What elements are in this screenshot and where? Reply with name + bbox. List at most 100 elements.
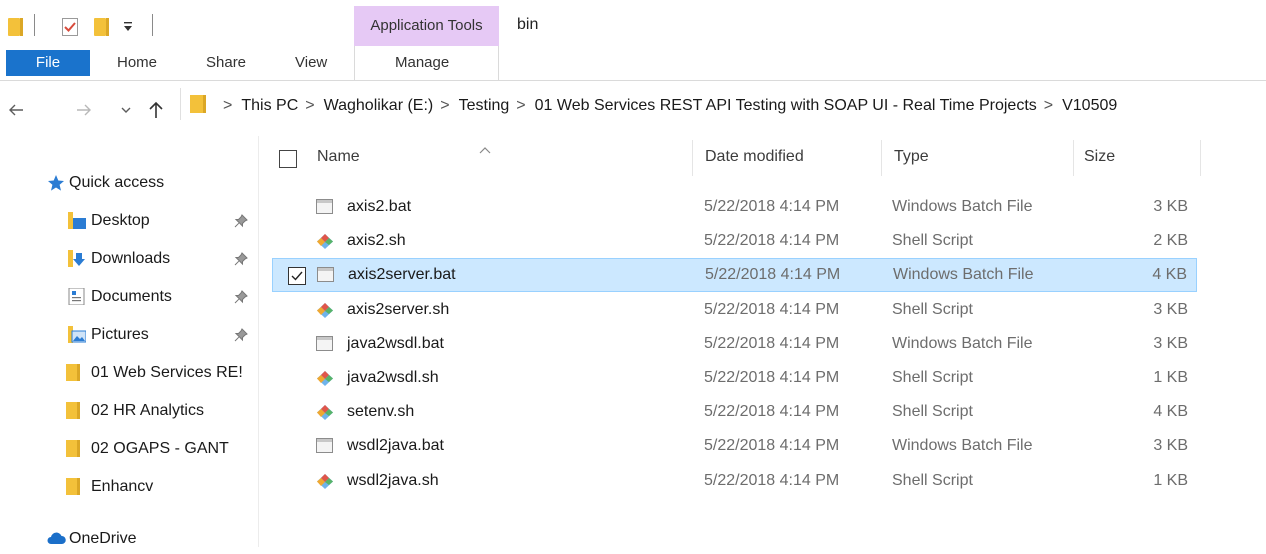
nav-item-desktop[interactable]: Desktop bbox=[0, 206, 258, 236]
file-name: axis2.bat bbox=[347, 198, 412, 215]
file-date: 5/22/2018 4:14 PM bbox=[704, 369, 840, 386]
tab-share[interactable]: Share bbox=[206, 54, 246, 71]
file-type: Windows Batch File bbox=[892, 198, 1033, 215]
nav-item-documents[interactable]: Documents bbox=[0, 282, 258, 312]
file-size: 3 KB bbox=[1153, 198, 1188, 215]
chevron-right-icon[interactable]: > bbox=[1044, 97, 1053, 114]
table-row[interactable]: setenv.sh 5/22/2018 4:14 PM Shell Script… bbox=[272, 396, 1197, 430]
table-row[interactable]: wsdl2java.bat 5/22/2018 4:14 PM Windows … bbox=[272, 430, 1197, 464]
column-divider[interactable] bbox=[1200, 140, 1201, 176]
column-divider[interactable] bbox=[881, 140, 882, 176]
nav-label: Documents bbox=[91, 288, 172, 305]
forward-arrow-icon[interactable] bbox=[74, 100, 94, 120]
nav-item-folder[interactable]: 02 OGAPS - GANT bbox=[0, 434, 258, 464]
row-checkbox[interactable] bbox=[288, 267, 306, 285]
chevron-right-icon[interactable]: > bbox=[516, 97, 525, 114]
nav-item-folder[interactable]: Enhancv bbox=[0, 472, 258, 502]
nav-item-folder[interactable]: 02 HR Analytics bbox=[0, 396, 258, 426]
column-header-date[interactable]: Date modified bbox=[705, 148, 804, 166]
recent-locations-chevron-down-icon[interactable] bbox=[116, 100, 136, 120]
nav-label: 01 Web Services RE! bbox=[91, 364, 243, 381]
file-name: java2wsdl.sh bbox=[347, 369, 439, 386]
chevron-right-icon[interactable]: > bbox=[305, 97, 314, 114]
nav-label: 02 HR Analytics bbox=[91, 402, 204, 419]
breadcrumb-item[interactable]: This PC bbox=[241, 97, 298, 114]
batch-file-icon bbox=[316, 336, 334, 353]
file-name: axis2server.sh bbox=[347, 301, 450, 318]
breadcrumb[interactable]: > This PC > Wagholikar (E:) > Testing >01 Web … bbox=[216, 97, 1117, 115]
chevron-right-icon[interactable]: > bbox=[440, 97, 449, 114]
pin-icon[interactable] bbox=[234, 252, 248, 266]
table-row[interactable]: axis2.bat 5/22/2018 4:14 PM Windows Batc… bbox=[272, 191, 1197, 225]
folder-icon[interactable] bbox=[8, 18, 23, 36]
tab-view[interactable]: View bbox=[295, 54, 327, 71]
file-size: 4 KB bbox=[1152, 266, 1187, 283]
breadcrumb-item[interactable]: 01 Web Services REST API Testing with SO… bbox=[535, 97, 1037, 114]
pin-icon[interactable] bbox=[234, 290, 248, 304]
tab-home[interactable]: Home bbox=[117, 54, 157, 71]
address-bar-divider bbox=[180, 88, 181, 120]
properties-icon[interactable] bbox=[62, 18, 78, 36]
up-arrow-icon[interactable] bbox=[146, 100, 166, 120]
column-header-name[interactable]: Name bbox=[317, 148, 360, 166]
select-all-checkbox[interactable] bbox=[279, 150, 297, 168]
file-size: 1 KB bbox=[1153, 472, 1188, 489]
cloud-icon bbox=[46, 532, 66, 550]
nav-item-folder[interactable]: 01 Web Services RE! bbox=[0, 358, 258, 388]
file-date: 5/22/2018 4:14 PM bbox=[704, 472, 840, 489]
file-type: Shell Script bbox=[892, 403, 973, 420]
file-date: 5/22/2018 4:14 PM bbox=[704, 403, 840, 420]
pin-icon[interactable] bbox=[234, 328, 248, 342]
context-tab-label: Application Tools bbox=[370, 17, 483, 34]
shell-script-icon bbox=[316, 370, 334, 387]
documents-folder-icon bbox=[68, 287, 86, 310]
toolbar-separator bbox=[34, 14, 35, 36]
shell-script-icon bbox=[316, 404, 334, 421]
file-name: java2wsdl.bat bbox=[347, 335, 444, 352]
folder-icon bbox=[66, 478, 80, 495]
file-name: axis2.sh bbox=[347, 232, 406, 249]
table-row[interactable]: axis2.sh 5/22/2018 4:14 PM Shell Script … bbox=[272, 225, 1197, 259]
table-row[interactable]: java2wsdl.bat 5/22/2018 4:14 PM Windows … bbox=[272, 328, 1197, 362]
table-row-selected[interactable]: axis2server.bat 5/22/2018 4:14 PM Window… bbox=[272, 258, 1197, 292]
folder-icon bbox=[66, 440, 80, 457]
chevron-right-icon[interactable]: > bbox=[223, 97, 232, 114]
table-row[interactable]: axis2server.sh 5/22/2018 4:14 PM Shell S… bbox=[272, 294, 1197, 328]
breadcrumb-item[interactable]: Testing bbox=[459, 97, 510, 114]
nav-item-downloads[interactable]: Downloads bbox=[0, 244, 258, 274]
downloads-folder-icon bbox=[68, 250, 86, 272]
nav-label: OneDrive bbox=[69, 530, 137, 547]
table-row[interactable]: wsdl2java.sh 5/22/2018 4:14 PM Shell Scr… bbox=[272, 465, 1197, 499]
pin-icon[interactable] bbox=[234, 214, 248, 228]
new-folder-icon[interactable] bbox=[94, 18, 109, 36]
shell-script-icon bbox=[316, 473, 334, 490]
file-type: Shell Script bbox=[892, 472, 973, 489]
back-arrow-icon[interactable] bbox=[6, 100, 26, 120]
column-divider[interactable] bbox=[1073, 140, 1074, 176]
file-type: Shell Script bbox=[892, 301, 973, 318]
breadcrumb-item[interactable]: V10509 bbox=[1062, 97, 1117, 114]
file-date: 5/22/2018 4:14 PM bbox=[705, 266, 841, 283]
breadcrumb-item[interactable]: Wagholikar (E:) bbox=[324, 97, 434, 114]
tab-manage[interactable]: Manage bbox=[395, 54, 449, 71]
file-size: 4 KB bbox=[1153, 403, 1188, 420]
file-date: 5/22/2018 4:14 PM bbox=[704, 232, 840, 249]
file-type: Shell Script bbox=[892, 369, 973, 386]
nav-label: Desktop bbox=[91, 212, 150, 229]
nav-item-pictures[interactable]: Pictures bbox=[0, 320, 258, 350]
nav-onedrive[interactable]: OneDrive bbox=[0, 524, 258, 554]
toolbar-separator bbox=[152, 14, 153, 36]
tab-file[interactable]: File bbox=[6, 50, 90, 76]
file-size: 3 KB bbox=[1153, 335, 1188, 352]
table-row[interactable]: java2wsdl.sh 5/22/2018 4:14 PM Shell Scr… bbox=[272, 362, 1197, 396]
context-tab-header[interactable]: Application Tools bbox=[354, 6, 499, 46]
column-header-type[interactable]: Type bbox=[894, 148, 929, 166]
shell-script-icon bbox=[316, 233, 334, 250]
folder-icon bbox=[66, 402, 80, 419]
column-header-size[interactable]: Size bbox=[1084, 148, 1115, 166]
column-divider[interactable] bbox=[692, 140, 693, 176]
nav-quick-access[interactable]: Quick access bbox=[0, 168, 258, 198]
nav-label: Enhancv bbox=[91, 478, 154, 495]
customize-toolbar-dropdown-icon[interactable] bbox=[122, 20, 134, 32]
folder-icon bbox=[66, 364, 80, 381]
